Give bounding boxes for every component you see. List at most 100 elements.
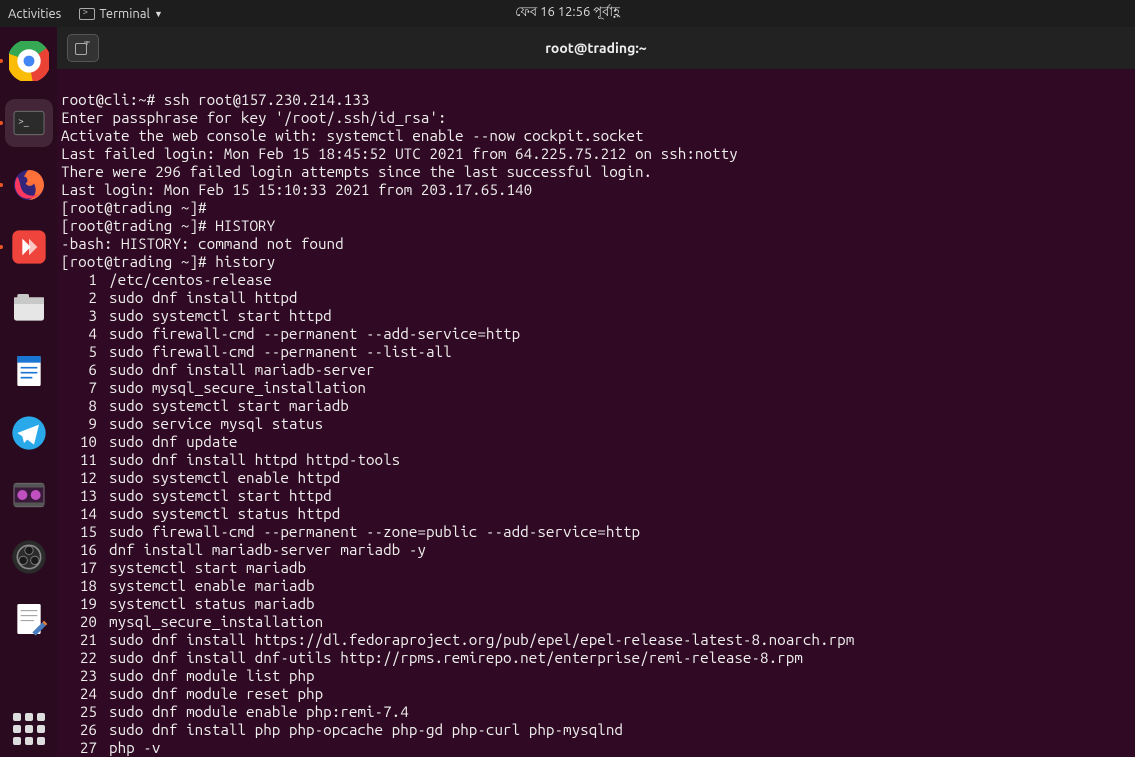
terminal-line: [root@trading ~]# HISTORY <box>61 217 1131 235</box>
dock-item-video[interactable] <box>5 471 53 519</box>
history-entry: 12sudo systemctl enable httpd <box>61 469 1131 487</box>
history-command: sudo mysql_secure_installation <box>109 379 1131 397</box>
history-entry: 24sudo dnf module reset php <box>61 685 1131 703</box>
history-entry: 3sudo systemctl start httpd <box>61 307 1131 325</box>
history-command: sudo systemctl start httpd <box>109 487 1131 505</box>
history-entry: 2sudo dnf install httpd <box>61 289 1131 307</box>
history-command: systemctl status mariadb <box>109 595 1131 613</box>
chevron-down-icon: ▼ <box>154 9 163 19</box>
history-command: sudo dnf update <box>109 433 1131 451</box>
history-number: 19 <box>61 595 109 613</box>
history-number: 4 <box>61 325 109 343</box>
terminal-line: root@cli:~# ssh root@157.230.214.133 <box>61 91 1131 109</box>
history-entry: 23sudo dnf module list php <box>61 667 1131 685</box>
history-number: 9 <box>61 415 109 433</box>
history-number: 20 <box>61 613 109 631</box>
history-entry: 22sudo dnf install dnf-utils http://rpms… <box>61 649 1131 667</box>
history-entry: 19systemctl status mariadb <box>61 595 1131 613</box>
history-number: 17 <box>61 559 109 577</box>
history-number: 18 <box>61 577 109 595</box>
history-entry: 15sudo firewall-cmd --permanent --zone=p… <box>61 523 1131 541</box>
history-command: sudo dnf module enable php:remi-7.4 <box>109 703 1131 721</box>
history-entry: 18systemctl enable mariadb <box>61 577 1131 595</box>
activities-button[interactable]: Activities <box>8 7 61 21</box>
history-command: mysql_secure_installation <box>109 613 1131 631</box>
dock-item-gedit[interactable] <box>5 595 53 643</box>
terminal-output[interactable]: root@cli:~# ssh root@157.230.214.133Ente… <box>57 69 1135 757</box>
history-number: 25 <box>61 703 109 721</box>
new-tab-button[interactable] <box>67 34 99 62</box>
history-command: sudo dnf install mariadb-server <box>109 361 1131 379</box>
history-entry: 13sudo systemctl start httpd <box>61 487 1131 505</box>
obs-icon <box>9 537 49 577</box>
dock-item-chrome[interactable] <box>5 37 53 85</box>
history-command: sudo firewall-cmd --permanent --zone=pub… <box>109 523 1131 541</box>
history-number: 10 <box>61 433 109 451</box>
history-entry: 9sudo service mysql status <box>61 415 1131 433</box>
anydesk-icon <box>9 227 49 267</box>
history-number: 21 <box>61 631 109 649</box>
dock-item-files[interactable] <box>5 285 53 333</box>
history-entry: 7sudo mysql_secure_installation <box>61 379 1131 397</box>
history-number: 24 <box>61 685 109 703</box>
window-title: root@trading:~ <box>545 40 646 56</box>
chrome-icon <box>9 41 49 81</box>
history-number: 8 <box>61 397 109 415</box>
history-entry: 5sudo firewall-cmd --permanent --list-al… <box>61 343 1131 361</box>
history-command: sudo firewall-cmd --permanent --add-serv… <box>109 325 1131 343</box>
history-entry: 26sudo dnf install php php-opcache php-g… <box>61 721 1131 739</box>
history-command: sudo dnf module list php <box>109 667 1131 685</box>
history-number: 6 <box>61 361 109 379</box>
history-command: sudo systemctl status httpd <box>109 505 1131 523</box>
history-command: sudo dnf install https://dl.fedoraprojec… <box>109 631 1131 649</box>
history-command: php -v <box>109 739 1131 757</box>
history-entry: 21sudo dnf install https://dl.fedoraproj… <box>61 631 1131 649</box>
history-entry: 10sudo dnf update <box>61 433 1131 451</box>
dock-item-writer[interactable] <box>5 347 53 395</box>
history-entry: 8sudo systemctl start mariadb <box>61 397 1131 415</box>
document-icon <box>9 351 49 391</box>
show-applications-button[interactable] <box>13 713 45 745</box>
terminal-line: Last failed login: Mon Feb 15 18:45:52 U… <box>61 145 1131 163</box>
text-editor-icon <box>9 599 49 639</box>
files-icon <box>9 289 49 329</box>
terminal-line: [root@trading ~]# history <box>61 253 1131 271</box>
history-entry: 20mysql_secure_installation <box>61 613 1131 631</box>
terminal-icon: >_ <box>9 103 49 143</box>
history-number: 15 <box>61 523 109 541</box>
terminal-line: There were 296 failed login attempts sin… <box>61 163 1131 181</box>
history-command: sudo firewall-cmd --permanent --list-all <box>109 343 1131 361</box>
history-entry: 14sudo systemctl status httpd <box>61 505 1131 523</box>
dock-item-anydesk[interactable] <box>5 223 53 271</box>
dock-item-firefox[interactable] <box>5 161 53 209</box>
video-icon <box>9 475 49 515</box>
clock[interactable]: ফেব 16 12:56 পূর্বাহ্ণ <box>515 3 620 24</box>
terminal-line: Activate the web console with: systemctl… <box>61 127 1131 145</box>
firefox-icon <box>9 165 49 205</box>
dock-item-terminal[interactable]: >_ <box>5 99 53 147</box>
history-entry: 11sudo dnf install httpd httpd-tools <box>61 451 1131 469</box>
dock-item-telegram[interactable] <box>5 409 53 457</box>
history-number: 27 <box>61 739 109 757</box>
history-command: systemctl start mariadb <box>109 559 1131 577</box>
new-tab-icon <box>75 41 91 55</box>
history-command: systemctl enable mariadb <box>109 577 1131 595</box>
history-command: sudo systemctl enable httpd <box>109 469 1131 487</box>
history-number: 1 <box>61 271 109 289</box>
history-entry: 4sudo firewall-cmd --permanent --add-ser… <box>61 325 1131 343</box>
history-command: sudo systemctl start httpd <box>109 307 1131 325</box>
history-entry: 27php -v <box>61 739 1131 757</box>
history-number: 3 <box>61 307 109 325</box>
app-menu-label: Terminal <box>99 7 150 21</box>
history-entry: 6sudo dnf install mariadb-server <box>61 361 1131 379</box>
dock-item-obs[interactable] <box>5 533 53 581</box>
window-title-bar: root@trading:~ <box>57 27 1135 69</box>
terminal-icon <box>79 8 95 20</box>
history-command: sudo dnf module reset php <box>109 685 1131 703</box>
history-number: 12 <box>61 469 109 487</box>
history-number: 14 <box>61 505 109 523</box>
gnome-top-bar: Activities Terminal ▼ ফেব 16 12:56 পূর্ব… <box>0 0 1135 27</box>
history-entry: 17systemctl start mariadb <box>61 559 1131 577</box>
app-menu-terminal[interactable]: Terminal ▼ <box>79 7 163 21</box>
history-entry: 1/etc/centos-release <box>61 271 1131 289</box>
